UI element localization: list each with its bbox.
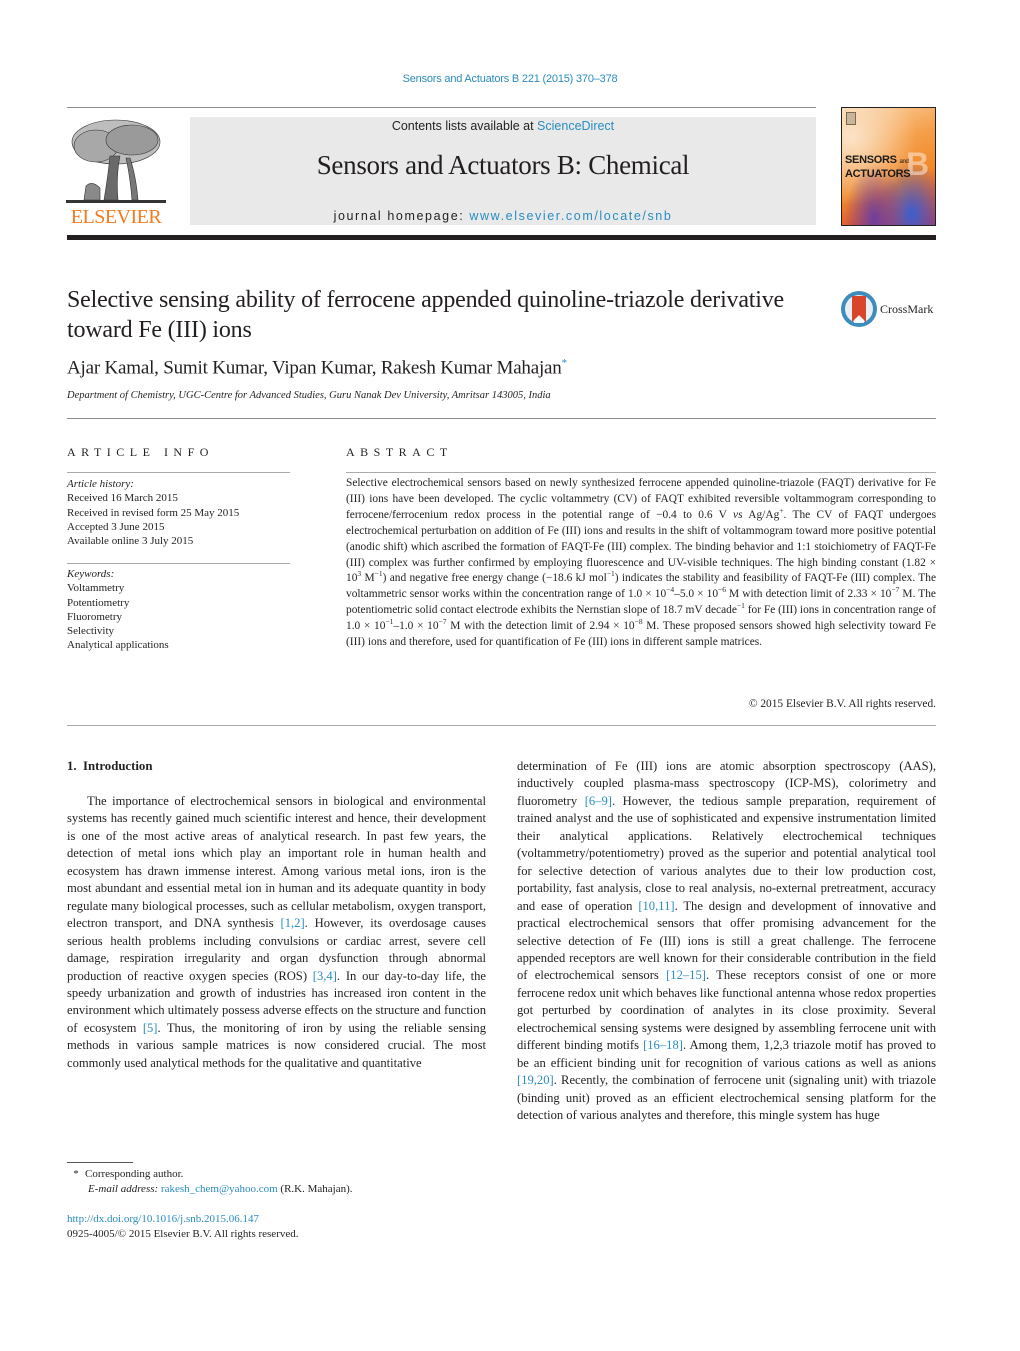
footnote-rule [67, 1162, 133, 1163]
history-item: Received in revised form 25 May 2015 [67, 506, 240, 519]
keyword-item: Voltammetry [67, 582, 125, 595]
doi-link[interactable]: http://dx.doi.org/10.1016/j.snb.2015.06.… [67, 1213, 259, 1225]
article-title: Selective sensing ability of ferrocene a… [67, 287, 784, 343]
abstract-superscript: −4 [666, 585, 675, 595]
body-column-left: The importance of electrochemical sensor… [67, 793, 486, 1072]
footnote-star: * [73, 1168, 79, 1180]
abstract-text-segment: Ag/Ag [742, 508, 780, 521]
abstract-body: Selective electrochemical sensors based … [346, 476, 936, 651]
authors-text: Ajar Kamal, Sumit Kumar, Vipan Kumar, Ra… [67, 357, 562, 379]
journal-reference-link[interactable]: Sensors and Actuators B 221 (2015) 370–3… [0, 73, 1020, 85]
history-item: Accepted 3 June 2015 [67, 520, 165, 533]
homepage-prefix: journal homepage: [333, 209, 470, 223]
cover-title-line2: ACTUATORS [845, 168, 911, 180]
article-info-rule [67, 472, 290, 473]
sciencedirect-link[interactable]: ScienceDirect [537, 119, 614, 133]
email-label: E-mail address: [88, 1182, 159, 1195]
author-list: Ajar Kamal, Sumit Kumar, Vipan Kumar, Ra… [67, 357, 567, 379]
crossmark-label: CrossMark [880, 302, 934, 316]
abstract-superscript: −1 [736, 601, 745, 611]
doi-block: http://dx.doi.org/10.1016/j.snb.2015.06.… [67, 1212, 299, 1241]
body-text-segment: . Recently, the combination of ferrocene… [517, 1073, 936, 1123]
abstract-text-segment: M with the detection limit of 2.94 × 10 [446, 620, 635, 633]
issn-copyright: 0925-4005/© 2015 Elsevier B.V. All right… [67, 1227, 299, 1240]
citation-link[interactable]: [6–9] [585, 794, 612, 808]
citation-link[interactable]: [16–18] [643, 1038, 683, 1052]
corresponding-author-label: Corresponding author. [85, 1168, 184, 1180]
keyword-item: Analytical applications [67, 639, 169, 652]
abstract-superscript: −8 [634, 617, 643, 627]
abstract-superscript: −7 [438, 617, 447, 627]
abstract-heading: ABSTRACT [346, 445, 453, 459]
contents-available-line: Contents lists available at ScienceDirec… [190, 119, 816, 133]
keyword-item: Fluorometry [67, 610, 122, 623]
abstract-copyright: © 2015 Elsevier B.V. All rights reserved… [748, 698, 936, 710]
crossmark-icon [841, 291, 877, 327]
elsevier-tree-icon [66, 119, 166, 203]
abstract-superscript: −1 [374, 569, 383, 579]
abstract-text-segment: vs [733, 508, 743, 521]
citation-link[interactable]: [5] [143, 1021, 158, 1035]
journal-header-band: Contents lists available at ScienceDirec… [190, 117, 816, 225]
abstract-bottom-rule [67, 725, 936, 726]
abstract-superscript: −1 [606, 569, 615, 579]
corresponding-author-marker[interactable]: * [562, 357, 568, 369]
header-top-rule [67, 107, 816, 108]
cover-title-and: and [899, 159, 909, 165]
article-history-label: Article history: [67, 478, 134, 490]
body-text-segment: The importance of electrochemical sensor… [67, 794, 486, 931]
journal-cover-image[interactable]: B SENSORS and ACTUATORS [841, 107, 936, 226]
abstract-rule [346, 472, 936, 473]
author-email-link[interactable]: rakesh_chem@yahoo.com [161, 1183, 278, 1195]
abstract-text-segment: M [361, 572, 375, 585]
corresponding-author-footnote: * Corresponding author. E-mail address: r… [67, 1167, 353, 1196]
citation-link[interactable]: [3,4] [313, 969, 337, 983]
affiliation-rule [67, 418, 936, 419]
history-item: Received 16 March 2015 [67, 492, 178, 505]
crossmark-badge[interactable]: CrossMark [840, 290, 940, 330]
elsevier-wordmark: ELSEVIER [70, 206, 162, 228]
author-affiliation: Department of Chemistry, UGC-Centre for … [67, 390, 551, 401]
abstract-text-segment: M with detection limit of 2.33 × 10 [726, 588, 892, 601]
citation-link[interactable]: [1,2] [281, 916, 305, 930]
abstract-text-segment: –1.0 × 10 [393, 620, 439, 633]
journal-title: Sensors and Actuators B: Chemical [316, 150, 690, 180]
citation-link[interactable]: [12–15] [666, 968, 706, 982]
cover-title: SENSORS and ACTUATORS [845, 154, 911, 180]
citation-link[interactable]: [10,11] [638, 899, 674, 913]
keywords-list: Keywords: Voltammetry Potentiometry Fluo… [67, 567, 169, 653]
cover-publisher-icon [846, 112, 856, 125]
header-thick-rule [67, 235, 936, 240]
keyword-item: Selectivity [67, 625, 115, 638]
cover-title-line1: SENSORS [845, 154, 897, 166]
email-suffix: (R.K. Mahajan). [277, 1182, 353, 1195]
journal-homepage-line: journal homepage: www.elsevier.com/locat… [190, 209, 816, 223]
article-history: Article history: Received 16 March 2015 … [67, 477, 239, 548]
history-item: Available online 3 July 2015 [67, 535, 194, 548]
abstract-text-segment: ) and negative free energy change (−18.6… [382, 572, 607, 585]
journal-homepage-link[interactable]: www.elsevier.com/locate/snb [469, 209, 672, 223]
citation-link[interactable]: [19,20] [517, 1073, 554, 1087]
abstract-superscript: −6 [718, 585, 726, 595]
body-text-segment: . However, the tedious sample preparatio… [517, 793, 936, 913]
elsevier-logo[interactable]: ELSEVIER [66, 116, 166, 228]
keywords-rule [67, 563, 290, 564]
keyword-item: Potentiometry [67, 596, 130, 609]
article-info-heading: ARTICLE INFO [67, 445, 214, 459]
contents-prefix: Contents lists available at [391, 119, 538, 133]
section-heading-introduction: 1. Introduction [67, 759, 153, 773]
abstract-text-segment: –5.0 × 10 [674, 588, 719, 601]
body-column-right: determination of Fe (III) ions are atomi… [517, 758, 936, 1125]
keywords-label: Keywords: [67, 568, 115, 580]
